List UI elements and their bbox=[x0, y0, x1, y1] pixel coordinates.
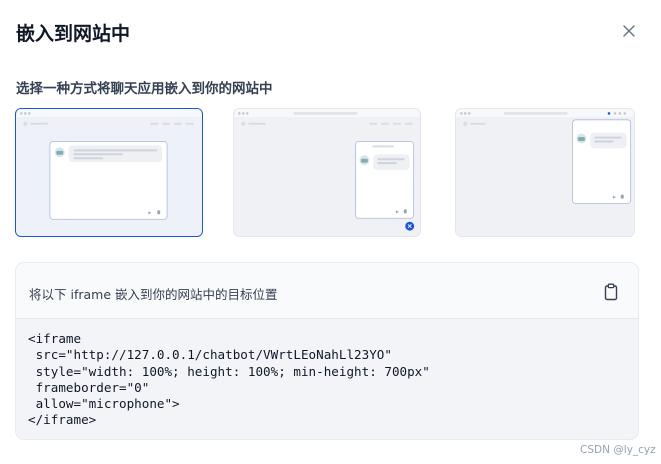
embed-option-popup[interactable] bbox=[455, 108, 635, 237]
code-line: allow="microphone"> bbox=[28, 396, 180, 412]
embed-option-bubble[interactable] bbox=[233, 108, 421, 237]
popup-layout-preview-icon bbox=[456, 109, 634, 236]
embed-code-panel: 将以下 iframe 嵌入到你的网站中的目标位置 <iframe src="ht… bbox=[15, 262, 639, 440]
code-line: <iframe bbox=[28, 331, 82, 346]
clipboard-icon bbox=[604, 283, 618, 301]
code-line: frameborder="0" bbox=[28, 379, 150, 395]
copy-code-button[interactable] bbox=[600, 281, 622, 303]
code-panel-label: 将以下 iframe 嵌入到你的网站中的目标位置 bbox=[29, 287, 278, 302]
dialog-title: 嵌入到网站中 bbox=[16, 23, 131, 45]
code-line: </iframe> bbox=[28, 412, 97, 428]
code-line: src="http://127.0.0.1/chatbot/VWrtLEoNah… bbox=[28, 347, 392, 363]
embed-option-iframe[interactable] bbox=[15, 108, 203, 237]
code-panel-header: 将以下 iframe 嵌入到你的网站中的目标位置 bbox=[16, 263, 638, 319]
dialog-subtitle: 选择一种方式将聊天应用嵌入到你的网站中 bbox=[16, 81, 273, 97]
embed-code-block: <iframe src="http://127.0.0.1/chatbot/VW… bbox=[28, 331, 430, 429]
watermark: CSDN @ly_cyz bbox=[580, 444, 656, 456]
iframe-layout-preview-icon bbox=[16, 109, 202, 236]
code-line: style="width: 100%; height: 100%; min-he… bbox=[28, 363, 430, 379]
embed-dialog: 嵌入到网站中 选择一种方式将聊天应用嵌入到你的网站中 将以下 iframe 嵌入… bbox=[0, 0, 661, 464]
bubble-layout-preview-icon bbox=[234, 109, 420, 236]
close-button[interactable] bbox=[617, 19, 641, 43]
close-icon bbox=[623, 25, 635, 37]
